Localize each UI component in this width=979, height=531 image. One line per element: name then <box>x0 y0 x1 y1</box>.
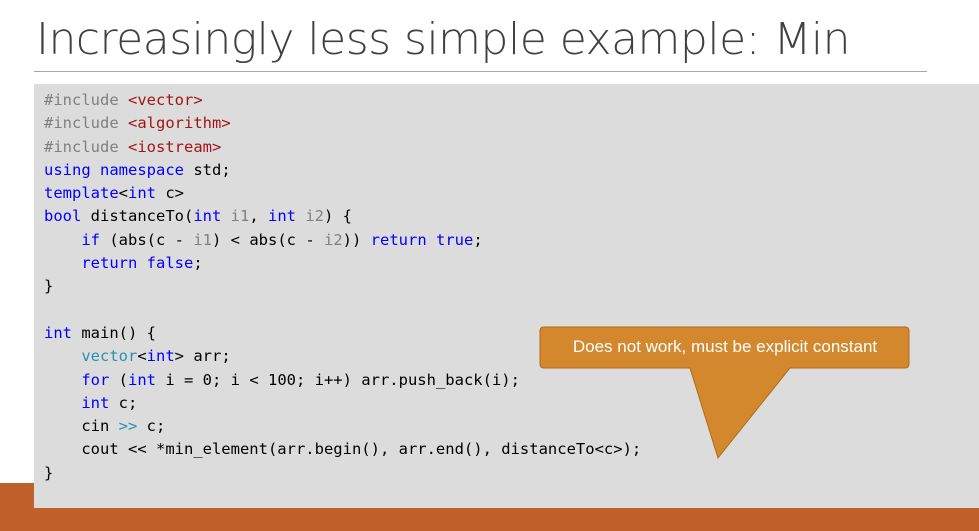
code-token: i1 <box>230 207 250 226</box>
code-token: return <box>370 230 427 249</box>
code-token: vector <box>81 347 138 366</box>
code-token: , <box>249 207 268 226</box>
code-line: int main() { <box>44 322 641 345</box>
code-token: < <box>137 347 147 366</box>
title-divider <box>34 71 927 72</box>
code-line: #include <iostream> <box>44 136 641 159</box>
code-token: <algorithm> <box>128 114 231 133</box>
code-token: true <box>436 230 474 249</box>
code-listing: #include <vector> #include <algorithm> #in… <box>44 89 641 485</box>
code-token: main() { <box>72 323 156 342</box>
code-token: i2 <box>305 207 325 226</box>
code-token: ) { <box>324 207 353 226</box>
code-token: int <box>193 207 222 226</box>
code-token: > arr; <box>174 347 231 366</box>
code-token: < <box>118 184 128 203</box>
code-token: ; <box>473 230 483 249</box>
code-line: } <box>44 275 641 298</box>
code-token: int <box>128 370 156 389</box>
code-line: template<int c> <box>44 182 641 205</box>
code-line: #include <algorithm> <box>44 112 641 135</box>
code-line: bool distanceTo(int i1, int i2) { <box>44 205 641 228</box>
code-token: } <box>44 463 54 482</box>
code-line: #include <vector> <box>44 89 641 112</box>
code-line: cout << *min_element(arr.begin(), arr.en… <box>44 438 641 461</box>
code-token: int <box>268 207 296 226</box>
code-token: using <box>44 160 91 179</box>
code-token: return <box>81 254 138 273</box>
code-line: int c; <box>44 392 641 415</box>
code-token: cout << *min_element(arr.begin(), arr.en… <box>44 440 642 459</box>
code-line: return false; <box>44 252 641 275</box>
code-token: ) < abs(c - <box>212 230 324 249</box>
code-line: using namespace std; <box>44 159 641 182</box>
code-token: #include <box>44 114 128 133</box>
code-token: int <box>128 184 156 203</box>
code-token: cin <box>44 417 119 436</box>
code-token: c; <box>109 393 138 412</box>
code-line: cin >> c; <box>44 415 641 438</box>
code-token: #include <box>44 137 128 156</box>
code-token: } <box>44 277 54 296</box>
code-block: #include <vector> #include <algorithm> #in… <box>34 84 979 508</box>
code-token: <iostream> <box>128 137 222 156</box>
code-token: ( <box>109 370 128 389</box>
code-token: )) <box>342 230 371 249</box>
code-token: for <box>81 370 110 389</box>
code-token: false <box>146 254 194 273</box>
code-token: template <box>44 184 119 203</box>
code-token: ; <box>193 254 203 273</box>
code-token: i2 <box>323 230 343 249</box>
code-token: <vector> <box>128 91 203 109</box>
code-token: int <box>81 393 110 412</box>
code-token: i = 0; i < 100; i++) arr.push_back(i); <box>156 370 520 389</box>
code-token: if <box>81 230 100 249</box>
slide-title: Increasingly less simple example: Min <box>36 14 851 65</box>
code-token: bool <box>44 207 82 226</box>
code-line: vector<int> arr; <box>44 345 641 368</box>
code-token: (abs(c - <box>100 230 194 249</box>
code-token: std; <box>184 160 231 179</box>
code-token: #include <box>44 91 128 109</box>
code-token: int <box>44 323 72 342</box>
code-token: c> <box>156 184 184 203</box>
code-line: } <box>44 462 641 485</box>
code-token: distanceTo( <box>81 207 194 226</box>
code-token: >> <box>118 417 138 436</box>
code-token: c; <box>137 417 166 436</box>
code-token: i1 <box>193 230 212 249</box>
code-token: int <box>146 347 175 366</box>
code-line: for (int i = 0; i < 100; i++) arr.push_b… <box>44 369 641 392</box>
code-line: if (abs(c - i1) < abs(c - i2)) return tr… <box>44 229 641 252</box>
code-token: namespace <box>100 160 185 179</box>
